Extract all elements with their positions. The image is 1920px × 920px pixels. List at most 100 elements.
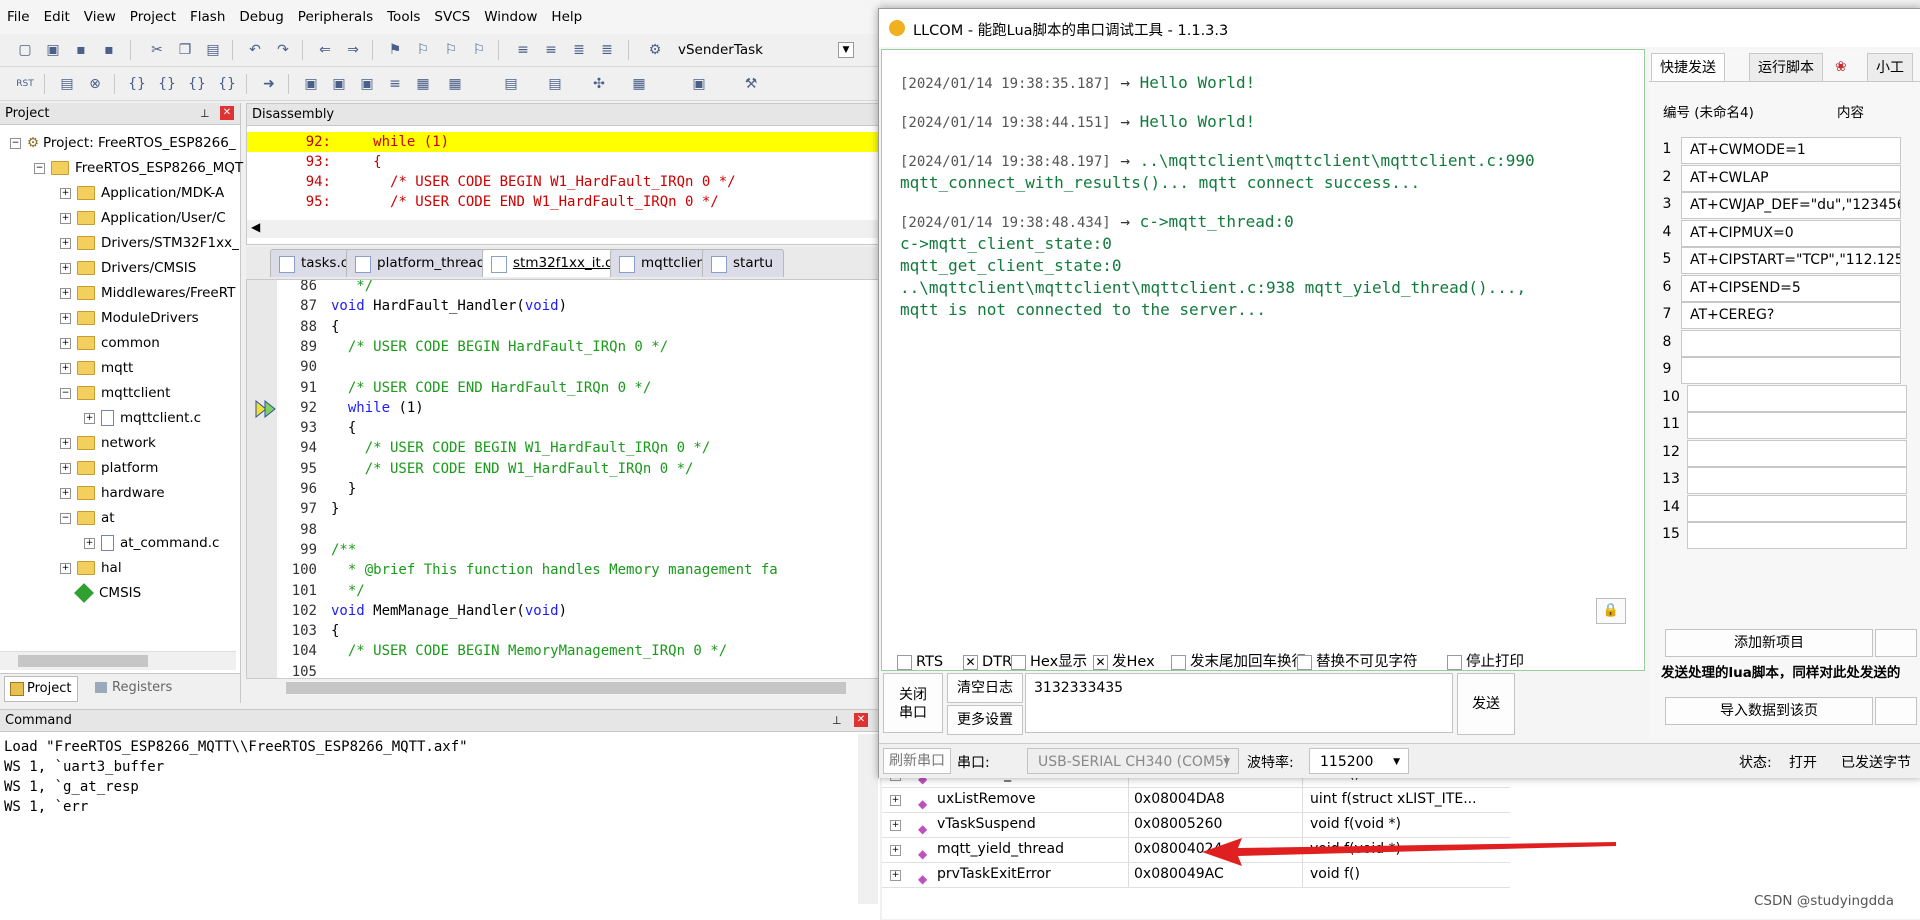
call-stack-icon[interactable]: ▦ (412, 73, 434, 95)
paste-icon[interactable]: ▤ (202, 39, 224, 61)
tree-item[interactable]: + Drivers/CMSIS (60, 256, 196, 281)
step-over-icon[interactable]: {} (156, 73, 178, 95)
disassembly-window-icon[interactable]: ▣ (328, 73, 350, 95)
checkbox-1[interactable]: ✕ DTR (963, 652, 1012, 672)
tree-item[interactable]: + Drivers/STM32F1xx_ (60, 231, 239, 256)
close-icon[interactable]: ✕ (220, 106, 234, 120)
menu-peripherals[interactable]: Peripherals (291, 0, 380, 34)
save-all-icon[interactable]: ▪ (98, 39, 120, 61)
quick-send-row[interactable]: 13 (1657, 465, 1907, 494)
quick-row-value[interactable]: AT+CWMODE=1 (1681, 137, 1901, 164)
close-port-button[interactable]: 关闭 串口 (883, 673, 943, 733)
run-icon[interactable]: ▤ (56, 73, 78, 95)
command-window-icon[interactable]: ▣ (300, 73, 322, 95)
quick-send-row[interactable]: 15 (1657, 520, 1907, 549)
quick-row-value[interactable] (1687, 494, 1907, 522)
import-button[interactable]: 导入数据到该页 (1665, 697, 1873, 725)
send-button[interactable]: 发送 (1457, 673, 1515, 735)
system-viewer-icon[interactable]: ▣ (688, 73, 710, 95)
project-root[interactable]: − ⚙ Project: FreeRTOS_ESP8266_ (10, 131, 236, 156)
tools-icon[interactable]: ❀ (1835, 59, 1859, 77)
tree-item[interactable]: + Application/User/C (60, 206, 226, 231)
step-out-icon[interactable]: {} (186, 73, 208, 95)
checkbox-5[interactable]: 替换不可见字符 (1297, 652, 1418, 672)
disassembly-hscrollbar[interactable]: ◀ (247, 220, 881, 238)
menu-project[interactable]: Project (123, 0, 183, 34)
tab-llcom-0[interactable]: 快捷发送 (1651, 53, 1725, 82)
pin-icon[interactable]: ⊥ (832, 710, 842, 731)
menu-view[interactable]: View (77, 0, 123, 34)
new-file-icon[interactable]: ▢ (14, 39, 36, 61)
llcom-log[interactable]: [2024/01/14 19:38:35.187] → Hello World!… (881, 49, 1645, 671)
uncomment-icon[interactable]: ≣ (596, 39, 618, 61)
quick-row-value[interactable]: AT+CIPSTART="TCP","112.125.8 (1681, 247, 1901, 274)
lock-icon[interactable]: 🔒 (1596, 598, 1626, 624)
menu-edit[interactable]: Edit (37, 0, 77, 34)
checkbox-0[interactable]: RTS (897, 652, 943, 672)
quick-send-row[interactable]: 12 (1657, 438, 1907, 467)
step-into-icon[interactable]: {} (126, 73, 148, 95)
quick-row-value[interactable] (1681, 357, 1901, 384)
quick-row-value[interactable]: AT+CIPMUX=0 (1681, 219, 1901, 247)
quick-row-value[interactable] (1687, 412, 1907, 439)
analysis-window-icon[interactable]: ✣ (588, 73, 610, 95)
bookmark-next-icon[interactable]: ⚐ (440, 39, 462, 61)
stop-icon[interactable]: ⊗ (84, 73, 106, 95)
tab-stm32f1xx_it-c[interactable]: stm32f1xx_it.c (482, 249, 624, 277)
tree-item[interactable]: + network (60, 431, 156, 456)
project-target[interactable]: − FreeRTOS_ESP8266_MQT (34, 156, 243, 181)
quick-send-row[interactable]: 14 (1657, 493, 1907, 522)
find-in-files-icon[interactable]: ⚙ (644, 39, 666, 61)
target-combo[interactable]: vSenderTask (678, 42, 763, 58)
tree-item[interactable]: + hal (60, 556, 122, 581)
tree-item[interactable]: + common (60, 331, 160, 356)
registers-window-icon[interactable]: ≡ (384, 73, 406, 95)
tree-item[interactable]: CMSIS (60, 581, 141, 606)
menu-window[interactable]: Window (477, 0, 544, 34)
tree-item[interactable]: + platform (60, 456, 158, 481)
symbols-window-icon[interactable]: ▣ (356, 73, 378, 95)
project-hscrollbar[interactable] (0, 651, 236, 670)
baud-select[interactable]: 115200 ▼ (1309, 748, 1409, 774)
serial-window-icon[interactable]: ▤ (544, 73, 566, 95)
watch-window-icon[interactable]: ▦ (444, 73, 466, 95)
quick-send-row[interactable]: 3 AT+CWJAP_DEF="du","1234566 (1657, 190, 1901, 219)
undo-icon[interactable]: ↶ (244, 39, 266, 61)
unindent-icon[interactable]: ≡ (540, 39, 562, 61)
menu-svcs[interactable]: SVCS (427, 0, 477, 34)
tab-registers[interactable]: Registers (90, 676, 178, 700)
tools-icon[interactable]: ⚒ (740, 73, 762, 95)
redo-icon[interactable]: ↷ (272, 39, 294, 61)
quick-send-row[interactable]: 10 (1657, 383, 1907, 412)
command-vscrollbar[interactable] (858, 734, 878, 904)
show-next-statement-icon[interactable]: ➜ (258, 73, 280, 95)
tree-item[interactable]: − at (60, 506, 115, 531)
indent-icon[interactable]: ≡ (512, 39, 534, 61)
clear-log-button[interactable]: 清空日志 (947, 673, 1023, 703)
menu-flash[interactable]: Flash (183, 0, 232, 34)
quick-row-value[interactable]: AT+CIPSEND=5 (1681, 274, 1901, 302)
tree-item[interactable]: + Application/MDK-A (60, 181, 224, 206)
quick-send-row[interactable]: 1 AT+CWMODE=1 (1657, 135, 1901, 164)
send-input[interactable]: 3132333435 (1025, 673, 1453, 733)
tree-item[interactable]: + hardware (60, 481, 165, 506)
quick-send-row[interactable]: 2 AT+CWLAP (1657, 163, 1901, 192)
quick-send-row[interactable]: 4 AT+CIPMUX=0 (1657, 218, 1901, 247)
tab-llcom-2[interactable]: 小工 (1867, 53, 1913, 82)
memory-window-icon[interactable]: ▤ (500, 73, 522, 95)
reset-icon[interactable]: RST (14, 73, 36, 95)
bookmark-icon[interactable]: ⚑ (384, 39, 406, 61)
tree-item[interactable]: + at_command.c (84, 531, 219, 556)
tab-project[interactable]: Project (4, 676, 79, 702)
tab-llcom-1[interactable]: 运行脚本 (1749, 53, 1823, 82)
bookmark-prev-icon[interactable]: ⚐ (412, 39, 434, 61)
quick-row-value[interactable] (1687, 384, 1907, 412)
menu-file[interactable]: File (0, 0, 37, 34)
pin-icon[interactable]: ⊥ (200, 103, 210, 124)
refresh-port-button[interactable]: 刷新串口 (883, 748, 951, 774)
quick-row-value[interactable]: AT+CEREG? (1681, 302, 1901, 329)
tree-item[interactable]: + mqttclient.c (84, 406, 201, 431)
open-folder-icon[interactable]: ▣ (42, 39, 64, 61)
tree-item[interactable]: + Middlewares/FreeRT (60, 281, 235, 306)
editor-hscrollbar[interactable] (246, 678, 880, 697)
